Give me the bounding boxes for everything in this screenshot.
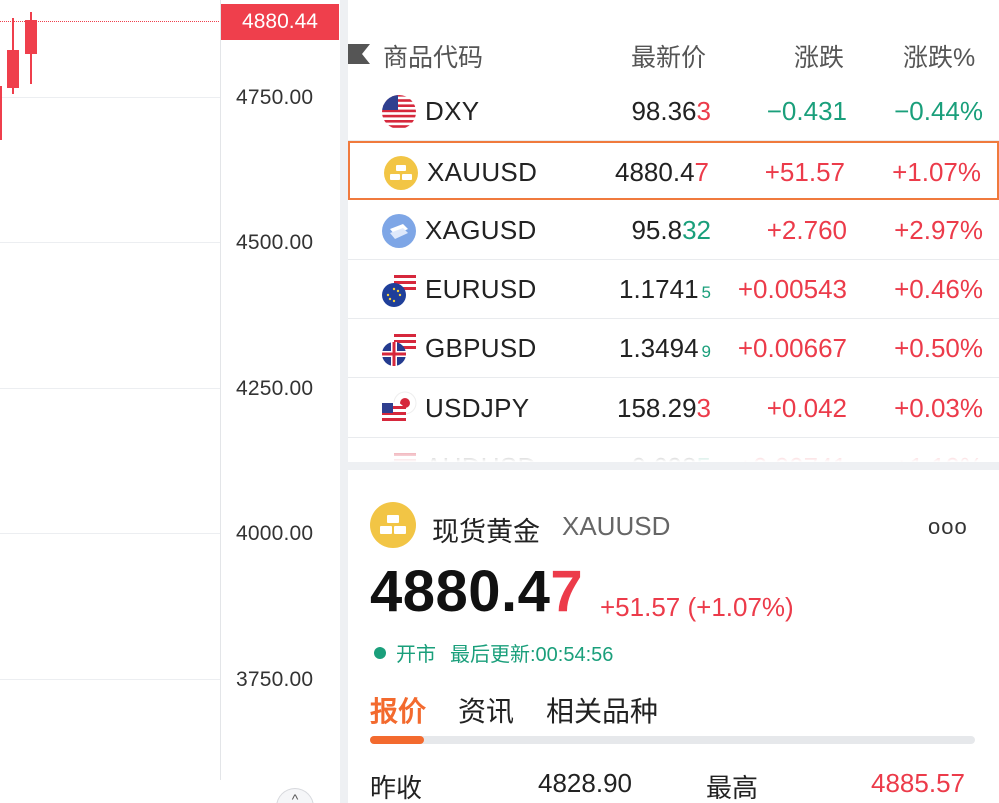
tab-news[interactable]: 资讯: [458, 690, 514, 730]
quote-symbol: DXY: [425, 96, 480, 126]
quote-row-usdjpy[interactable]: USDJPY 158.293 +0.042 +0.03%: [348, 379, 999, 438]
prev-close-label: 昨收: [370, 773, 423, 803]
quote-price-last-digit: 32: [682, 214, 711, 245]
quote-price-main: 98.36: [631, 96, 697, 126]
tab-indicator-track: [370, 736, 975, 744]
gridline: [0, 242, 220, 243]
quote-symbol: USDJPY: [425, 392, 530, 423]
quote-price-last-digit: 3: [696, 96, 711, 126]
panel-gap: [348, 462, 999, 470]
us-flag-icon: [381, 94, 417, 130]
us-jp-flag-icon: [381, 391, 417, 427]
quote-price-pip: 5: [701, 282, 711, 302]
gridline: [0, 533, 220, 534]
flag-marker-icon: [348, 44, 370, 64]
quote-change: +2.760: [766, 214, 847, 245]
quote-price-last-digit: 7: [694, 157, 709, 188]
quote-symbol: XAGUSD: [425, 214, 537, 245]
current-price-tag: 4880.44: [221, 4, 339, 40]
market-open-label: 开市: [396, 644, 436, 666]
quote-row-gbpusd[interactable]: GBPUSD 1.3494 9 +0.00667 +0.50%: [348, 319, 999, 379]
header-price[interactable]: 最新价: [631, 38, 706, 74]
price-axis-label: 3750.00: [236, 668, 314, 691]
chevron-up-icon: ^: [291, 791, 299, 803]
quote-price: 158.293: [617, 393, 711, 424]
header-symbol[interactable]: 商品代码: [383, 38, 483, 74]
silver-bar-icon: [381, 213, 417, 249]
quote-price-main: 95.8: [631, 214, 683, 245]
high-label: 最高: [706, 773, 759, 803]
quote-change: +0.00543: [737, 273, 847, 304]
price-axis-label: 4000.00: [236, 522, 314, 545]
instrument-change: +51.57 (+1.07%): [600, 592, 794, 622]
gb-us-flag-icon: [381, 331, 417, 367]
header-change-pct[interactable]: 涨跌%: [903, 38, 975, 74]
price-axis-label: 4750.00: [236, 86, 314, 109]
expand-up-button[interactable]: ^: [276, 788, 314, 803]
gridline: [0, 679, 220, 680]
gold-bar-icon: [370, 502, 416, 548]
quote-symbol: GBPUSD: [425, 333, 537, 364]
quote-symbol: XAUUSD: [427, 157, 538, 188]
quote-price-main: 158.29: [617, 392, 697, 423]
price-last-digit: 7: [550, 559, 584, 624]
quote-change-pct: +2.97%: [894, 214, 983, 245]
status-dot-icon: [374, 646, 386, 659]
list-header: 商品代码 最新价 涨跌 涨跌%: [348, 22, 999, 84]
gridline: [0, 388, 220, 389]
instrument-price: 4880.47: [370, 558, 583, 625]
instrument-detail: 现货黄金 XAUUSD ooo 4880.47 +51.57 (+1.07%) …: [348, 470, 999, 803]
gridline: [0, 97, 220, 98]
candle-body: [7, 50, 19, 88]
quote-price: 1.1741 5: [619, 274, 711, 305]
quote-price: 95.832: [631, 215, 711, 246]
candle-body: [25, 20, 37, 54]
instrument-name: 现货黄金: [432, 517, 540, 547]
high-value: 4885.57: [871, 768, 965, 798]
quote-row-dxy[interactable]: DXY 98.363 −0.431 −0.44%: [348, 82, 999, 141]
market-status: 开市 最后更新:00:54:56: [374, 638, 613, 667]
price-main: 4880.4: [370, 559, 551, 624]
quote-change: +0.00667: [737, 333, 847, 364]
quote-price-main: 4880.4: [615, 157, 695, 188]
quote-change-pct: +0.03%: [894, 392, 983, 423]
quote-change-pct: −0.44%: [894, 96, 983, 126]
panel-divider[interactable]: [340, 0, 348, 803]
gold-bar-icon: [383, 155, 419, 191]
tab-quote[interactable]: 报价: [370, 690, 426, 730]
quote-price-last-digit: 3: [696, 392, 711, 423]
quote-change: +0.042: [766, 392, 847, 423]
quote-price-main: 1.1741: [619, 273, 699, 304]
tab-indicator: [370, 736, 425, 744]
quote-row-xauusd[interactable]: XAUUSD 4880.47 +51.57 +1.07%: [348, 141, 999, 201]
tab-related[interactable]: 相关品种: [546, 690, 658, 730]
axis-separator: [220, 0, 221, 780]
more-options-icon[interactable]: ooo: [928, 514, 968, 540]
instrument-symbol: XAUUSD: [562, 511, 671, 541]
quote-price-pip: 9: [701, 342, 711, 362]
price-axis-label: 4500.00: [236, 231, 314, 254]
quote-change: +51.57: [764, 157, 845, 188]
quote-price-main: 1.3494: [619, 333, 699, 364]
quote-row-xagusd[interactable]: XAGUSD 95.832 +2.760 +2.97%: [348, 201, 999, 260]
eu-us-flag-icon: [381, 272, 417, 308]
candle-wick: [0, 86, 2, 140]
quote-price: 1.3494 9: [619, 333, 711, 364]
quote-symbol: EURUSD: [425, 273, 537, 304]
quote-change-pct: +0.46%: [894, 273, 983, 304]
price-axis-label: 4250.00: [236, 377, 314, 400]
last-update-time: 最后更新:00:54:56: [450, 644, 614, 666]
quote-change-pct: +0.50%: [894, 333, 983, 364]
quote-price: 98.363: [631, 96, 711, 127]
header-change[interactable]: 涨跌: [794, 38, 844, 74]
quote-change-pct: +1.07%: [892, 157, 981, 188]
quote-price: 4880.47: [615, 157, 709, 188]
price-chart[interactable]: 4880.44 4750.00 4500.00 4250.00 4000.00 …: [0, 0, 340, 803]
list-fade: [348, 440, 999, 462]
quote-list[interactable]: 商品代码 最新价 涨跌 涨跌% DXY 98.363 −0.431 −0.44% XAU…: [348, 0, 999, 462]
prev-close-value: 4828.90: [538, 768, 632, 798]
quote-row-eurusd[interactable]: EURUSD 1.1741 5 +0.00543 +0.46%: [348, 260, 999, 319]
quote-change: −0.431: [766, 96, 847, 126]
